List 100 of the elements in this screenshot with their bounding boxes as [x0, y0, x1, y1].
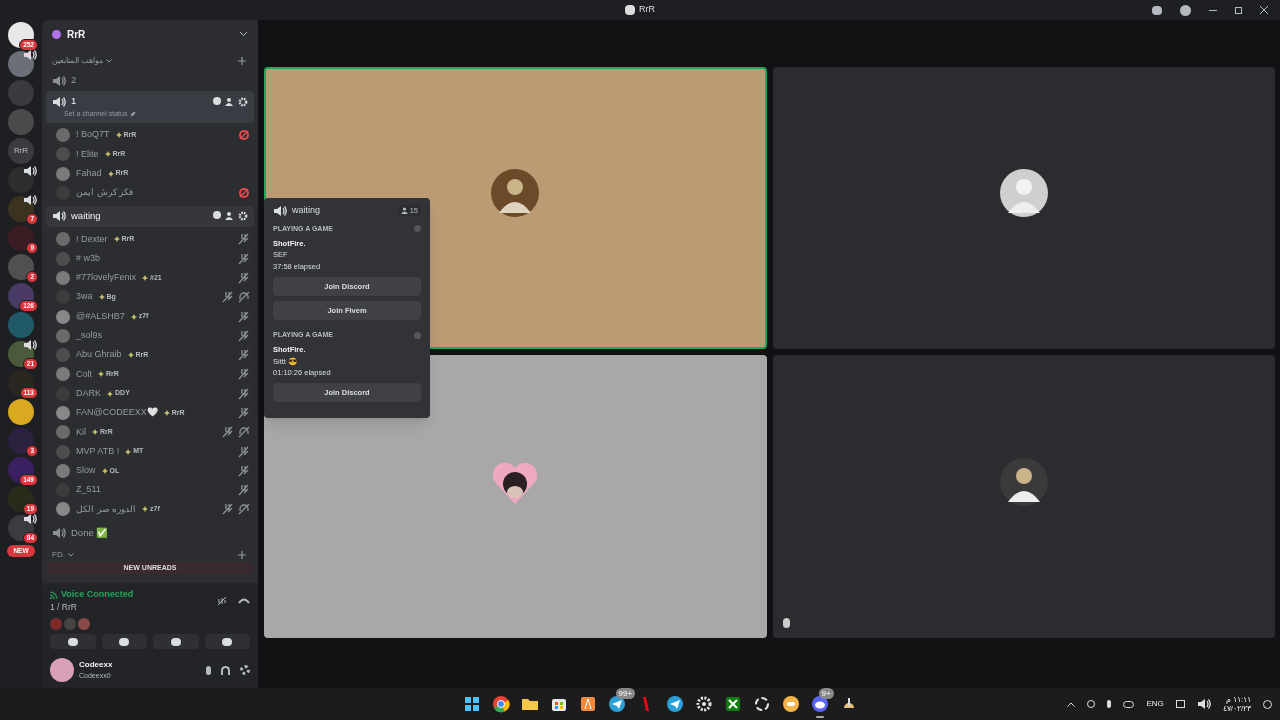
muted-microphone-icon: [238, 252, 250, 265]
video-tile[interactable]: [772, 67, 1275, 349]
paper-plane-icon[interactable]: [606, 694, 627, 714]
chevron-up-icon[interactable]: [1067, 701, 1076, 707]
paper-plane-icon[interactable]: [664, 694, 685, 714]
microphone-icon[interactable]: [1107, 700, 1112, 708]
server-icon[interactable]: [8, 399, 34, 425]
video-tile[interactable]: [264, 355, 767, 638]
chevron-down-icon[interactable]: [239, 31, 248, 37]
server-icon[interactable]: [8, 167, 34, 193]
server-icon[interactable]: [8, 486, 34, 512]
member-name[interactable]: _sol9s: [76, 329, 102, 343]
user-avatar[interactable]: [50, 658, 74, 682]
role-icon: [127, 352, 134, 359]
voice-channel[interactable]: Done ✅: [46, 522, 254, 544]
pencil-icon[interactable]: [130, 111, 137, 118]
invite-icon[interactable]: [225, 211, 234, 221]
disconnect-icon[interactable]: [238, 596, 250, 605]
channel-name: 2: [71, 73, 77, 88]
user-avatar: [56, 425, 70, 440]
member-name[interactable]: Kil: [76, 425, 86, 440]
member-name[interactable]: ! BoQ7T: [76, 128, 110, 142]
chevron-down-icon[interactable]: [106, 59, 113, 63]
maximize-icon[interactable]: [1235, 6, 1242, 14]
video-tile[interactable]: [772, 355, 1275, 638]
member-name[interactable]: Slow: [76, 464, 96, 478]
user-avatar: [56, 502, 70, 517]
role-icon: [104, 151, 111, 158]
member-name[interactable]: Fahad: [76, 167, 102, 181]
settings-icon[interactable]: [238, 96, 248, 107]
channel-name: 1: [71, 94, 77, 109]
role-icon: [98, 371, 104, 378]
member-name[interactable]: Z_511: [76, 483, 101, 497]
member-name[interactable]: @#ALSHB7: [76, 309, 125, 324]
muted-microphone-icon: [238, 407, 250, 419]
member-name[interactable]: 3wa: [76, 290, 93, 304]
speaker-icon: [23, 513, 37, 525]
member-name[interactable]: Colt: [76, 367, 92, 382]
user-avatar: [56, 463, 70, 478]
server-icon[interactable]: [8, 370, 34, 396]
server-icon[interactable]: [8, 457, 34, 483]
server-badge-icon: [52, 29, 61, 39]
settings-icon[interactable]: [240, 665, 250, 675]
speaker-icon: [52, 74, 66, 87]
member-name[interactable]: Abu Ghraib: [76, 348, 122, 362]
deafened-headset-icon: [238, 426, 250, 439]
member-name[interactable]: ! Dexter: [76, 232, 108, 247]
muted-microphone-icon: [222, 291, 234, 304]
server-name[interactable]: RrR: [67, 26, 86, 42]
minimize-icon[interactable]: [1209, 9, 1217, 11]
server-icon[interactable]: RrR: [8, 138, 34, 164]
user-avatar: [56, 147, 70, 162]
voice-action-button[interactable]: [204, 634, 250, 649]
settings-icon[interactable]: [238, 211, 248, 222]
voice-action-button[interactable]: [50, 634, 96, 649]
voice-action-button[interactable]: [153, 634, 199, 649]
voice-channel[interactable]: 2: [46, 70, 254, 91]
server-icon[interactable]: [8, 51, 34, 77]
muted-microphone-icon: [238, 329, 250, 342]
user-avatar: [56, 309, 70, 324]
member-name[interactable]: فكر كرش ايمن: [76, 186, 133, 200]
member-name[interactable]: FAN@CODEEXX🤍: [76, 406, 158, 420]
server-icon[interactable]: [8, 22, 34, 48]
role-icon: [101, 467, 108, 474]
speaker-icon: [23, 339, 37, 351]
member-name[interactable]: الدوره صر الكل: [76, 502, 136, 517]
language-indicator[interactable]: ENG: [1146, 698, 1164, 710]
member-name[interactable]: #77lovelyFenix: [76, 271, 137, 285]
user-avatar: [56, 406, 70, 420]
user-avatar: [56, 166, 70, 181]
voice-channel[interactable]: waiting: [46, 205, 254, 227]
browser-icon[interactable]: [490, 694, 511, 714]
member-name[interactable]: MVP ATB !: [76, 444, 120, 459]
voice-channel-path[interactable]: 1 / RrR: [50, 601, 134, 614]
voice-action-button[interactable]: [101, 634, 147, 649]
chat-bubble-icon[interactable]: [780, 694, 801, 714]
server-icon[interactable]: [8, 283, 34, 309]
headphones-icon[interactable]: [221, 665, 230, 675]
user-avatar: [56, 128, 70, 143]
microphone-icon[interactable]: [206, 665, 211, 675]
member-name[interactable]: # w3b: [76, 251, 101, 266]
close-icon[interactable]: [1260, 6, 1268, 14]
member-name[interactable]: DARK: [76, 386, 101, 401]
add-channel-icon[interactable]: [238, 57, 246, 65]
muted-microphone-icon: [238, 271, 250, 284]
speaker-icon: [23, 49, 37, 61]
add-channel-icon[interactable]: [238, 551, 246, 560]
invite-icon[interactable]: [225, 96, 234, 106]
category-label[interactable]: مواهب المتابعين: [52, 55, 104, 67]
voice-status[interactable]: Voice Connected: [61, 587, 134, 602]
noise-suppression-icon[interactable]: [216, 594, 228, 607]
muted-microphone-icon: [238, 387, 250, 400]
role-icon: [107, 170, 114, 177]
user-avatar: [56, 251, 70, 266]
member-name[interactable]: ! Elite: [76, 147, 99, 162]
user-avatar: [56, 367, 70, 382]
user-avatar: [56, 270, 70, 285]
category-label[interactable]: FD.: [52, 549, 65, 562]
network-icon[interactable]: [1175, 700, 1185, 708]
chevron-down-icon[interactable]: [67, 553, 74, 558]
